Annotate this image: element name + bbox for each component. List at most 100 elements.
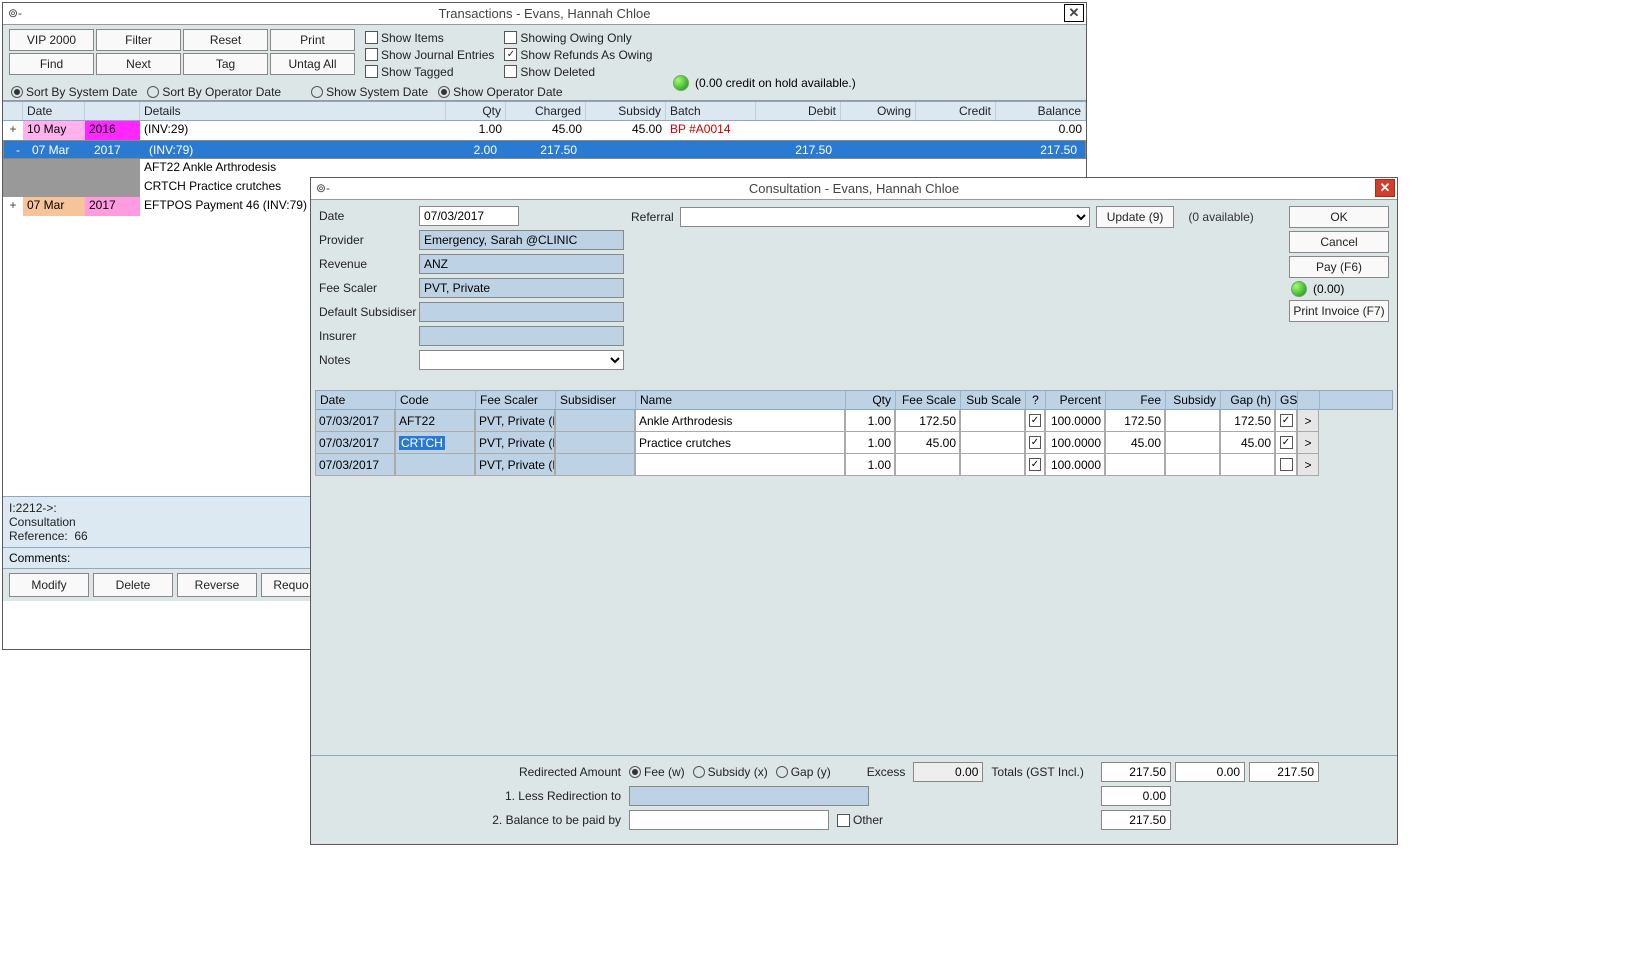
vip-button[interactable]: VIP 2000	[9, 29, 94, 51]
insurer-input[interactable]	[419, 326, 624, 346]
cell[interactable]: 172.50	[895, 410, 960, 432]
table-row[interactable]: 07/03/2017AFT22PVT, Private (Fe Ankle Art…	[315, 410, 1393, 432]
cell[interactable]	[960, 432, 1025, 454]
cell[interactable]: 45.00	[1105, 432, 1165, 454]
cell[interactable]	[1165, 432, 1220, 454]
cell[interactable]: 07/03/2017	[315, 454, 395, 476]
row-expand-button[interactable]: >	[1297, 432, 1319, 454]
next-button[interactable]: Next	[96, 53, 181, 75]
close-button[interactable]: ✕	[1064, 4, 1084, 22]
totals-label: Totals (GST Incl.)	[991, 765, 1083, 779]
print-invoice-button[interactable]: Print Invoice (F7)	[1289, 300, 1389, 322]
show-system-date-radio[interactable]: Show System Date	[311, 83, 428, 100]
cell[interactable]: PVT, Private (Fe	[475, 432, 555, 454]
cell[interactable]	[960, 454, 1025, 476]
filter-button[interactable]: Filter	[96, 29, 181, 51]
default-subsidiser-input[interactable]	[419, 302, 624, 322]
cell[interactable]	[960, 410, 1025, 432]
cell[interactable]: Ankle Arthrodesis	[635, 410, 845, 432]
cell[interactable]	[1165, 454, 1220, 476]
cell[interactable]: 100.0000	[1045, 432, 1105, 454]
delete-button[interactable]: Delete	[93, 573, 173, 597]
row-checkbox[interactable]: ✓	[1029, 458, 1041, 471]
show-owing-only-check[interactable]: Showing Owing Only	[504, 29, 652, 46]
sort-operator-date-radio[interactable]: Sort By Operator Date	[147, 83, 281, 100]
provider-input[interactable]	[419, 230, 624, 250]
row-checkbox[interactable]: ✓	[1280, 414, 1293, 427]
modify-button[interactable]: Modify	[9, 573, 89, 597]
show-journal-check[interactable]: Show Journal Entries	[365, 46, 494, 63]
cell[interactable]: CRTCH	[395, 432, 475, 454]
gap-y-radio[interactable]: Gap (y)	[776, 764, 831, 781]
update-button[interactable]: Update (9)	[1096, 206, 1175, 228]
cell[interactable]	[555, 410, 635, 432]
notes-select[interactable]	[419, 350, 624, 370]
cell[interactable]: 172.50	[1105, 410, 1165, 432]
cell[interactable]: AFT22	[395, 410, 475, 432]
show-items-check[interactable]: Show Items	[365, 29, 494, 46]
cell[interactable]: 45.00	[1220, 432, 1275, 454]
row-checkbox[interactable]: ✓	[1029, 436, 1041, 449]
cell[interactable]: PVT, Private (Fe	[475, 410, 555, 432]
expand-icon[interactable]: +	[3, 121, 23, 140]
close-button[interactable]: ✕	[1375, 179, 1395, 197]
excess-input[interactable]	[913, 762, 983, 782]
ok-button[interactable]: OK	[1289, 206, 1389, 228]
balance-paid-by-input[interactable]	[629, 810, 829, 830]
cell[interactable]: 100.0000	[1045, 410, 1105, 432]
table-row[interactable]: + 10 May 2016 (INV:29) 1.00 45.00 45.00 …	[3, 121, 1086, 140]
cell[interactable]: 1.00	[845, 410, 895, 432]
row-checkbox[interactable]: ✓	[1280, 436, 1293, 449]
referral-select[interactable]	[680, 207, 1090, 227]
cell[interactable]	[895, 454, 960, 476]
fee-w-radio[interactable]: Fee (w)	[629, 764, 685, 781]
total-gap	[1249, 762, 1319, 782]
print-button[interactable]: Print	[270, 29, 355, 51]
referral-label: Referral	[631, 210, 674, 224]
reset-button[interactable]: Reset	[183, 29, 268, 51]
collapse-icon[interactable]: -	[8, 142, 28, 157]
date-input[interactable]	[419, 206, 519, 226]
revenue-input[interactable]	[419, 254, 624, 274]
row-expand-button[interactable]: >	[1297, 454, 1319, 476]
table-row-selected[interactable]: - 07 Mar 2017 (INV:79) 2.00 217.50 217.5…	[3, 140, 1086, 159]
fee-scaler-input[interactable]	[419, 278, 624, 298]
reverse-button[interactable]: Reverse	[177, 573, 257, 597]
find-button[interactable]: Find	[9, 53, 94, 75]
cancel-button[interactable]: Cancel	[1289, 231, 1389, 253]
cell[interactable]: 07/03/2017	[315, 410, 395, 432]
cell[interactable]: 1.00	[845, 454, 895, 476]
sort-system-date-radio[interactable]: Sort By System Date	[11, 83, 137, 100]
table-row[interactable]: 07/03/2017CRTCHPVT, Private (Fe Practice …	[315, 432, 1393, 454]
cell[interactable]	[1220, 454, 1275, 476]
show-operator-date-radio[interactable]: Show Operator Date	[438, 83, 562, 100]
row-checkbox[interactable]	[1280, 458, 1293, 471]
show-refunds-check[interactable]: ✓Show Refunds As Owing	[504, 46, 652, 63]
table-row[interactable]: AFT22 Ankle Arthrodesis	[3, 159, 1086, 178]
untag-all-button[interactable]: Untag All	[270, 53, 355, 75]
row-checkbox[interactable]: ✓	[1029, 414, 1041, 427]
pay-button[interactable]: Pay (F6)	[1289, 256, 1389, 278]
cell[interactable]	[1165, 410, 1220, 432]
cell[interactable]: 07/03/2017	[315, 432, 395, 454]
cell[interactable]: PVT, Private (Fe	[475, 454, 555, 476]
cell[interactable]: Practice crutches	[635, 432, 845, 454]
show-tagged-check[interactable]: Show Tagged	[365, 63, 494, 80]
cell[interactable]	[635, 454, 845, 476]
expand-icon[interactable]: +	[3, 197, 23, 216]
cell[interactable]	[555, 432, 635, 454]
cell[interactable]	[555, 454, 635, 476]
show-deleted-check[interactable]: Show Deleted	[504, 63, 652, 80]
tag-button[interactable]: Tag	[183, 53, 268, 75]
cell[interactable]: 100.0000	[1045, 454, 1105, 476]
subsidy-x-radio[interactable]: Subsidy (x)	[693, 764, 768, 781]
other-check[interactable]: Other	[837, 812, 883, 829]
cell[interactable]	[1105, 454, 1165, 476]
row-expand-button[interactable]: >	[1297, 410, 1319, 432]
redirection-to-input[interactable]	[629, 786, 869, 806]
cell[interactable]: 45.00	[895, 432, 960, 454]
cell[interactable]: 1.00	[845, 432, 895, 454]
cell[interactable]: 172.50	[1220, 410, 1275, 432]
table-row[interactable]: 07/03/2017 PVT, Private (Fe 1.00 ✓ 100.0000 >	[315, 454, 1393, 476]
cell[interactable]	[395, 454, 475, 476]
